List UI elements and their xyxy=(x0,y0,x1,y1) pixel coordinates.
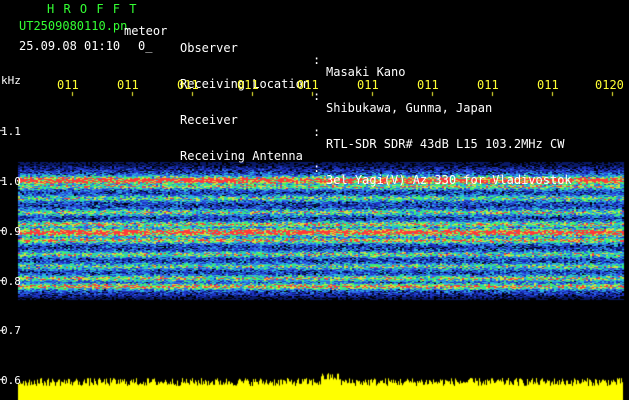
time-tick: 011 xyxy=(117,78,139,92)
time-tick: 011 xyxy=(297,78,319,92)
time-tick: 011 xyxy=(357,78,379,92)
freq-label: 0.7 xyxy=(1,324,21,337)
info-label: Observer xyxy=(180,41,238,55)
time-tick: 011 xyxy=(57,78,79,92)
time-tick: 011 xyxy=(477,78,499,92)
detection-type: meteor xyxy=(124,24,168,38)
info-label: Receiver xyxy=(180,113,238,127)
brand-title: H R O F F T xyxy=(47,2,138,16)
info-value: Shibukawa, Gunma, Japan xyxy=(326,101,493,115)
freq-label: 1.1 xyxy=(1,125,21,138)
info-row-antenna: Receiving Antenna : 3el Yagi(V) Az 330 f… xyxy=(180,138,572,186)
info-value: 3el Yagi(V) Az 330 for Vladivostok xyxy=(326,173,572,187)
freq-label: 0.9 xyxy=(1,225,21,238)
freq-unit-label: kHz xyxy=(1,74,21,87)
date-time: 25.09.08 01:10 xyxy=(19,39,121,53)
info-colon: : xyxy=(313,53,321,67)
time-tick: 0120 xyxy=(595,78,624,92)
info-value: Masaki Kano xyxy=(326,65,406,79)
time-tick: 011 xyxy=(237,78,259,92)
info-row-observer: Observer : Masaki Kano xyxy=(180,30,405,78)
info-row-location: Receiving Location : Shibukawa, Gunma, J… xyxy=(180,66,492,114)
detection-count: 0_ xyxy=(138,39,153,53)
info-label: Receiving Antenna xyxy=(180,149,303,163)
info-colon: : xyxy=(313,161,321,175)
file-name: UT2509080110.pn xyxy=(19,19,128,33)
freq-label: 1.0 xyxy=(1,175,21,188)
time-tick: 011 xyxy=(177,78,199,92)
time-tick: 011 xyxy=(537,78,559,92)
time-tick: 011 xyxy=(417,78,439,92)
freq-label: 0.6 xyxy=(1,374,21,387)
info-value: RTL-SDR SDR# 43dB L15 103.2MHz CW xyxy=(326,137,565,151)
info-colon: : xyxy=(313,125,321,139)
info-row-receiver: Receiver : RTL-SDR SDR# 43dB L15 103.2MH… xyxy=(180,102,564,150)
freq-label: 0.8 xyxy=(1,275,21,288)
